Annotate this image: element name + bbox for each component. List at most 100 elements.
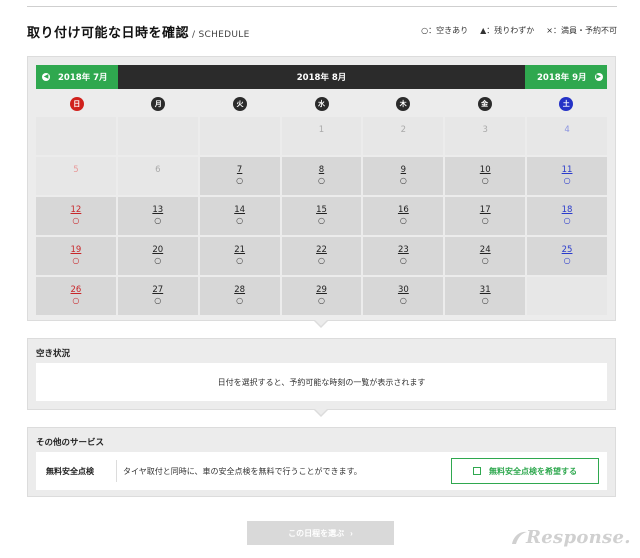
availability-mark: ○ [481,256,489,265]
calendar-day-cell[interactable]: 21 ○ [199,237,280,275]
calendar-day-cell[interactable]: 29 ○ [281,277,362,315]
availability-mark: ○ [399,216,407,225]
calendar-day-cell[interactable]: 15 ○ [281,197,362,235]
day-number: 25 [561,245,573,255]
calendar-day-cell[interactable]: 28 ○ [199,277,280,315]
day-number: 20 [152,245,164,255]
calendar-day-cell[interactable]: 25 ○ [527,237,607,275]
weekday-badge: 火 [232,97,247,111]
calendar-day-cell[interactable]: 8 ○ [281,157,362,195]
calendar-day-cell: 5 [36,157,116,195]
calendar-day-cell[interactable]: 17 ○ [445,197,526,235]
free-inspection-button[interactable]: 無料安全点検を希望する [451,458,599,484]
availability-mark: ○ [399,296,407,305]
availability-mark: ○ [399,256,407,265]
current-month-label: 2018年 8月 [296,73,347,83]
availability-mark: ○ [318,256,325,265]
status-legend: ○：空きあり ▲：残りわずか ×：満員・予約不可 [421,25,617,36]
availability-section: 空き状況 日付を選択すると、予約可能な時刻の一覧が表示されます [27,338,616,410]
top-divider [27,6,617,7]
calendar-day-cell[interactable]: 23 ○ [363,237,444,275]
day-number: 27 [152,285,164,295]
prev-month-label: 2018年 7月 [58,73,108,83]
calendar-empty-cell [527,277,607,315]
next-month-button[interactable]: 2018年 9月 ▶ [525,65,607,89]
calendar-empty-cell [199,117,280,155]
day-number: 12 [70,205,82,215]
chevron-right-icon: › [350,528,353,538]
availability-mark: ○ [481,176,489,185]
day-number: 8 [318,165,325,175]
calendar-day-cell[interactable]: 22 ○ [281,237,362,275]
calendar-day-cell[interactable]: 9 ○ [363,157,444,195]
calendar-day-cell[interactable]: 7 ○ [199,157,280,195]
availability-mark: ○ [72,216,80,225]
checkbox-icon [473,467,481,475]
calendar-day-cell[interactable]: 26 ○ [36,277,116,315]
page-subtitle: / SCHEDULE [192,30,250,40]
calendar-day-cell[interactable]: 18 ○ [527,197,607,235]
calendar-day-cell: 1 [281,117,362,155]
calendar-day-cell[interactable]: 16 ○ [363,197,444,235]
weekday-badge: 金 [477,97,492,111]
weekday-header: 日 月 火 水 木 金 土 [36,95,607,113]
day-number: 2 [400,125,407,135]
service-label: 無料安全点検 [46,467,94,476]
day-number: 6 [155,165,161,175]
availability-mark: ○ [563,176,571,185]
chevron-right-icon: ▶ [594,73,603,81]
service-row: 無料安全点検 タイヤ取付と同時に、車の安全点検を無料で行うことができます。 無料… [36,452,607,490]
day-number: 3 [482,125,488,135]
response-logo: Response. [510,524,632,554]
calendar-day-cell[interactable]: 12 ○ [36,197,116,235]
calendar-day-cell[interactable]: 10 ○ [445,157,526,195]
weekday-badge: 木 [396,97,411,111]
availability-mark: ○ [72,296,80,305]
calendar-day-cell[interactable]: 24 ○ [445,237,526,275]
legend-available: ○：空きあり [421,26,469,35]
calendar-day-cell[interactable]: 20 ○ [117,237,198,275]
availability-mark: ○ [399,176,407,185]
availability-mark: ○ [318,296,325,305]
calendar-day-cell[interactable]: 27 ○ [117,277,198,315]
schedule-header: 取り付け可能な日時を確認 / SCHEDULE ○：空きあり ▲：残りわずか ×：… [27,22,617,44]
select-date-button[interactable]: この日程を選ぶ › [247,521,394,545]
weekday-badge: 水 [314,97,329,111]
availability-mark: ○ [236,216,244,225]
day-number: 30 [397,285,409,295]
availability-mark: ○ [236,296,244,305]
weekday-badge: 月 [151,97,166,111]
availability-mark: ○ [154,296,162,305]
calendar-day-cell[interactable]: 31 ○ [445,277,526,315]
calendar-day-cell: 6 [117,157,198,195]
weekday-sat: 土 [525,95,607,113]
calendar-day-cell: 2 [363,117,444,155]
prev-month-button[interactable]: ◀ 2018年 7月 [36,65,118,89]
day-number: 26 [70,285,82,295]
calendar-day-cell[interactable]: 11 ○ [527,157,607,195]
day-number: 21 [234,245,246,255]
calendar-grid: 1 2 3 4 5 6 7 ○ 8 ○ 9 ○ 10 ○ 11 ○ 12 ○ 13 ○ 14 ○ 15 ○ 16 ○ 17 ○ 18 ○ 1… [36,117,607,315]
weekday-thu: 木 [362,95,444,113]
panel-pointer-fill [315,320,327,326]
select-date-label: この日程を選ぶ [288,528,345,538]
availability-mark: ○ [318,176,325,185]
day-number: 19 [70,245,82,255]
calendar-day-cell[interactable]: 19 ○ [36,237,116,275]
day-number: 11 [561,165,573,175]
next-month-label: 2018年 9月 [537,73,587,83]
weekday-badge: 土 [559,97,574,111]
day-number: 10 [479,165,491,175]
availability-mark: ○ [154,216,162,225]
day-number: 24 [479,245,491,255]
day-number: 5 [73,165,79,175]
availability-mark: ○ [481,216,489,225]
calendar-day-cell[interactable]: 14 ○ [199,197,280,235]
calendar-day-cell[interactable]: 13 ○ [117,197,198,235]
calendar-day-cell: 3 [445,117,526,155]
day-number: 18 [561,205,573,215]
calendar-day-cell[interactable]: 30 ○ [363,277,444,315]
day-number: 29 [316,285,327,295]
day-number: 16 [397,205,409,215]
availability-mark: ○ [563,216,571,225]
